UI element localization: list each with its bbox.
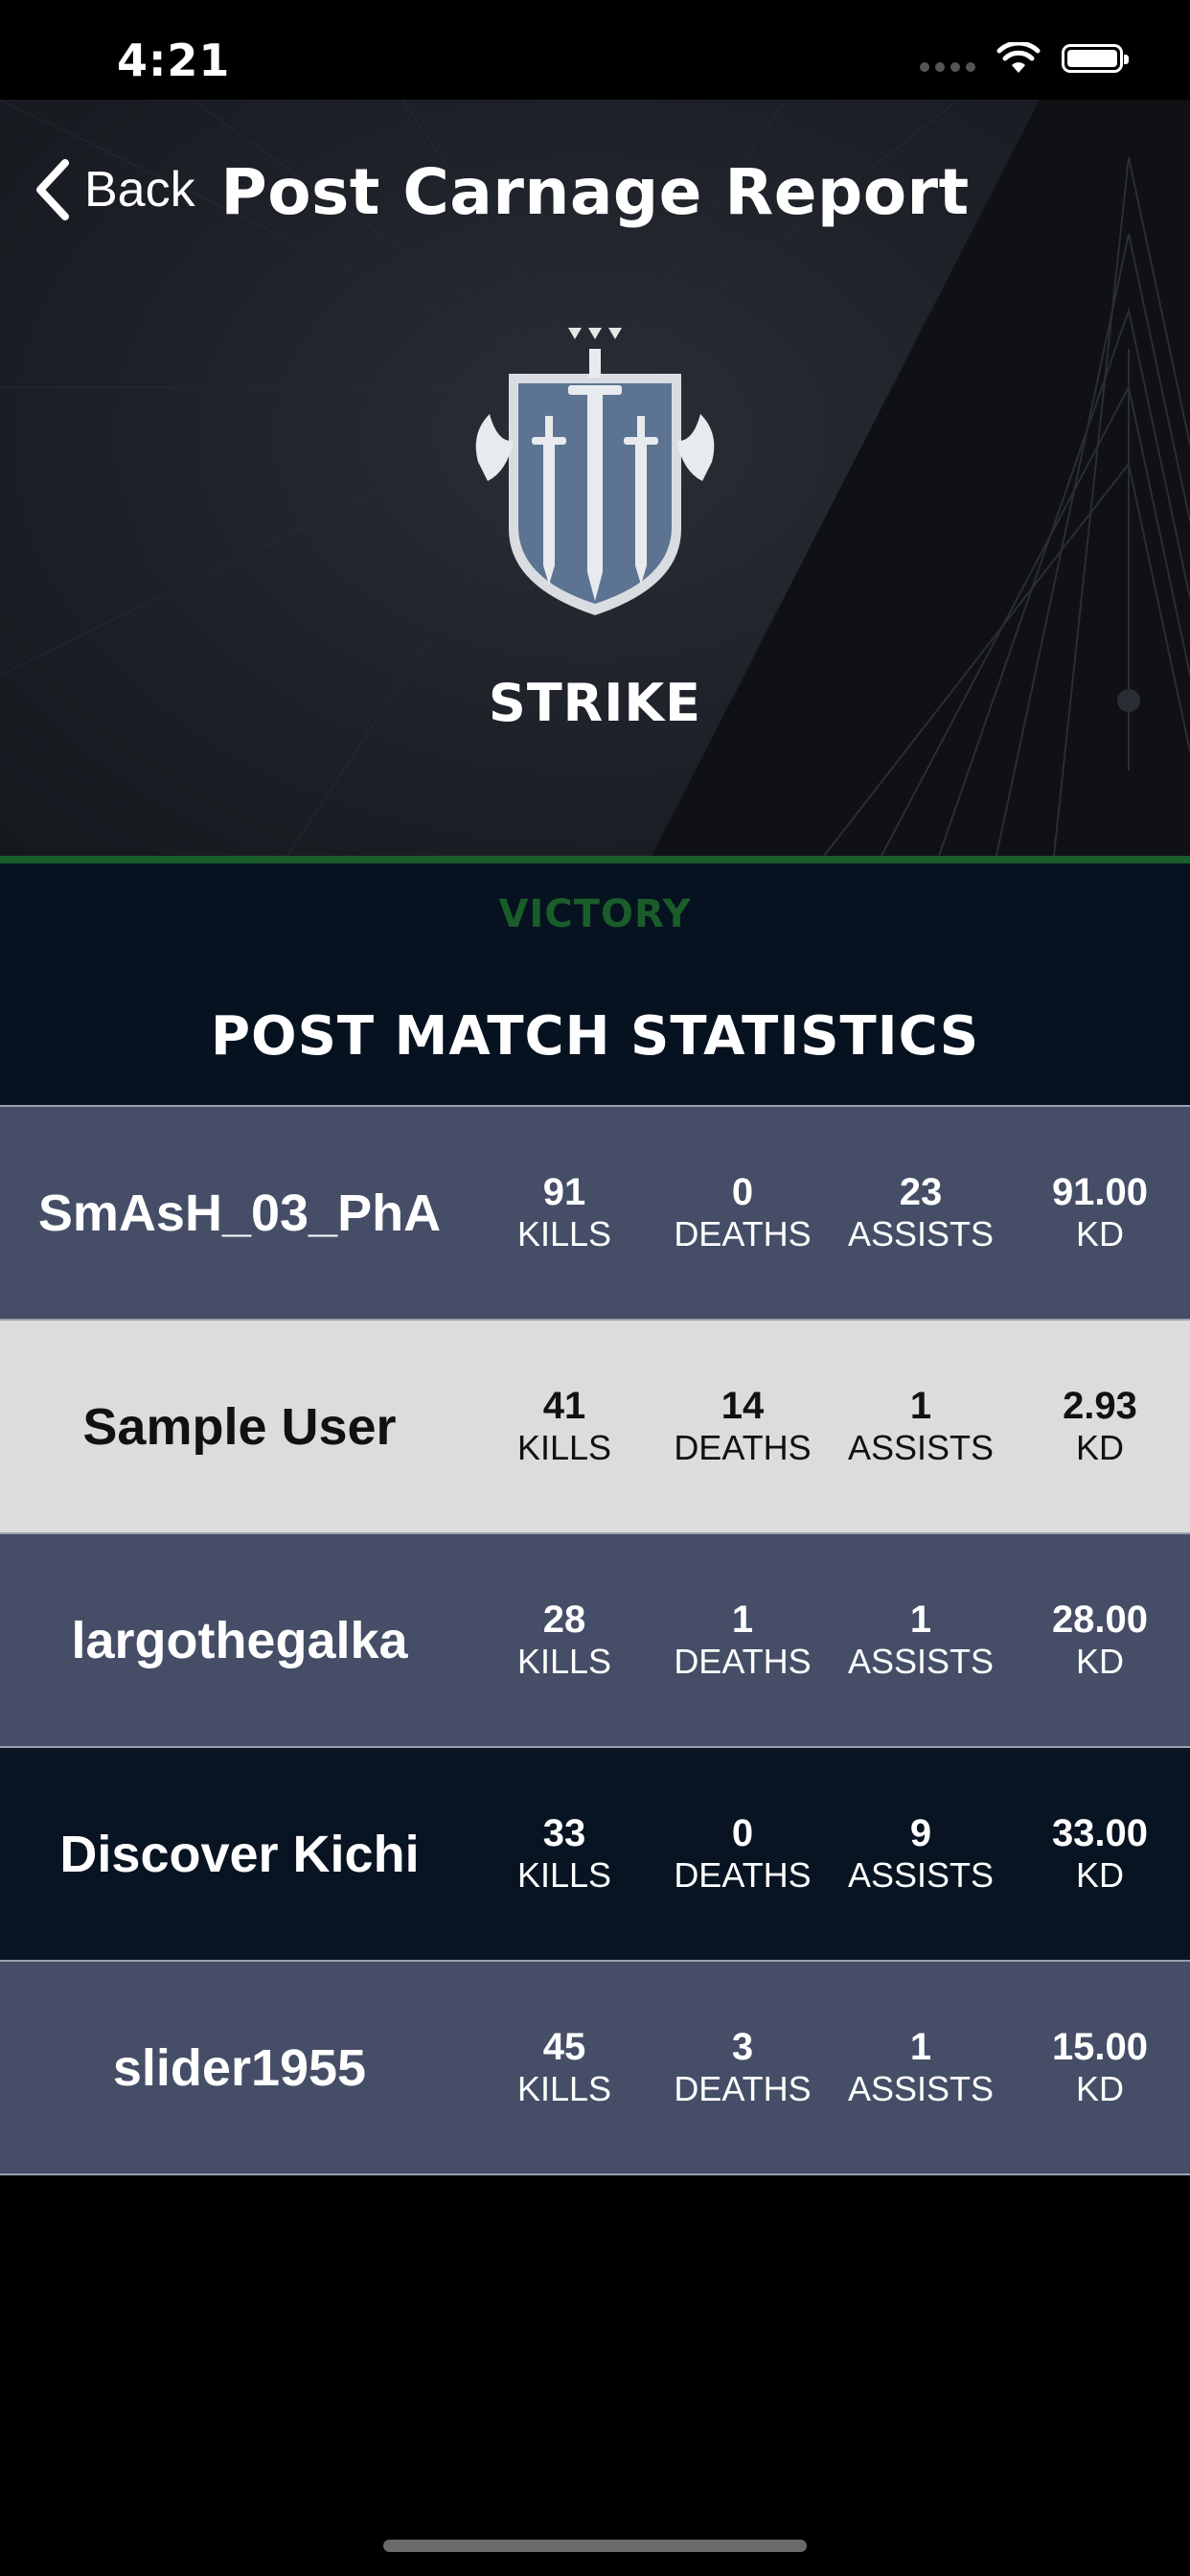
- status-bar: 4:21: [0, 0, 1190, 100]
- player-name: Discover Kichi: [59, 1825, 420, 1883]
- assists-stat: 9 ASSISTS: [832, 1748, 1010, 1960]
- kd-label: KD: [1075, 1854, 1124, 1895]
- match-summary: VICTORY POST MATCH STATISTICS: [0, 863, 1190, 1105]
- deaths-stat: 1 DEATHS: [653, 1534, 832, 1746]
- deaths-value: 3: [731, 2025, 754, 2068]
- deaths-stat: 0 DEATHS: [653, 1107, 832, 1319]
- kills-value: 33: [542, 1811, 586, 1854]
- assists-stat: 1 ASSISTS: [832, 1321, 1010, 1532]
- page-title: Post Carnage Report: [220, 155, 970, 229]
- kills-label: KILLS: [516, 1213, 612, 1254]
- deaths-value: 14: [721, 1384, 765, 1427]
- player-name: SmAsH_03_PhA: [37, 1184, 442, 1242]
- kd-label: KD: [1075, 1427, 1124, 1467]
- kills-stat: 45 KILLS: [475, 1962, 653, 2174]
- assists-value: 1: [909, 1598, 932, 1641]
- assists-value: 23: [899, 1170, 943, 1213]
- kd-stat: 91.00 KD: [1011, 1107, 1189, 1319]
- kills-label: KILLS: [516, 2068, 612, 2108]
- deaths-label: DEATHS: [674, 1854, 812, 1895]
- kd-value: 28.00: [1051, 1598, 1149, 1641]
- player-row[interactable]: largothegalka 28 KILLS 1 DEATHS 1 ASSISTS 2…: [0, 1532, 1190, 1746]
- deaths-value: 0: [731, 1811, 754, 1854]
- assists-label: ASSISTS: [847, 1427, 995, 1467]
- kills-stat: 91 KILLS: [475, 1107, 653, 1319]
- player-row[interactable]: slider1955 45 KILLS 3 DEATHS 1 ASSISTS 15.0…: [0, 1960, 1190, 2175]
- assists-label: ASSISTS: [847, 2068, 995, 2108]
- home-indicator[interactable]: [383, 2540, 807, 2552]
- kd-value: 91.00: [1051, 1170, 1149, 1213]
- kd-value: 2.93: [1063, 1384, 1137, 1427]
- kills-value: 41: [542, 1384, 586, 1427]
- player-name: largothegalka: [71, 1611, 408, 1669]
- deaths-value: 0: [731, 1170, 754, 1213]
- player-name: slider1955: [112, 2038, 367, 2097]
- assists-stat: 23 ASSISTS: [832, 1107, 1010, 1319]
- assists-label: ASSISTS: [847, 1641, 995, 1681]
- kd-label: KD: [1075, 1641, 1124, 1681]
- deaths-stat: 3 DEATHS: [653, 1962, 832, 2174]
- deaths-label: DEATHS: [674, 2068, 812, 2108]
- activity-header: Back Post Carnage Report STRIKE: [0, 100, 1190, 856]
- kills-stat: 33 KILLS: [475, 1748, 653, 1960]
- assists-stat: 1 ASSISTS: [832, 1534, 1010, 1746]
- kd-stat: 2.93 KD: [1011, 1321, 1189, 1532]
- kills-value: 45: [542, 2025, 586, 2068]
- stats-heading: POST MATCH STATISTICS: [210, 1005, 980, 1068]
- player-name: Sample User: [82, 1397, 397, 1456]
- assists-value: 1: [909, 1384, 932, 1427]
- battery-icon: [1062, 44, 1129, 73]
- player-row[interactable]: Sample User 41 KILLS 14 DEATHS 1 ASSISTS 2.…: [0, 1319, 1190, 1532]
- assists-label: ASSISTS: [847, 1213, 995, 1254]
- kills-stat: 28 KILLS: [475, 1534, 653, 1746]
- deaths-value: 1: [731, 1598, 754, 1641]
- kd-stat: 28.00 KD: [1011, 1534, 1189, 1746]
- player-row[interactable]: SmAsH_03_PhA 91 KILLS 0 DEATHS 23 ASSISTS 9…: [0, 1105, 1190, 1319]
- assists-value: 1: [909, 2025, 932, 2068]
- kills-value: 28: [542, 1598, 586, 1641]
- kd-value: 15.00: [1051, 2025, 1149, 2068]
- player-stats-list: SmAsH_03_PhA 91 KILLS 0 DEATHS 23 ASSISTS 9…: [0, 1105, 1190, 2175]
- kd-stat: 33.00 KD: [1011, 1748, 1189, 1960]
- kills-label: KILLS: [516, 1641, 612, 1681]
- kills-label: KILLS: [516, 1854, 612, 1895]
- deaths-stat: 0 DEATHS: [653, 1748, 832, 1960]
- wifi-icon: [996, 42, 1041, 73]
- player-row[interactable]: Discover Kichi 33 KILLS 0 DEATHS 9 ASSISTS …: [0, 1746, 1190, 1960]
- status-time: 4:21: [117, 34, 231, 86]
- activity-mode: STRIKE: [488, 673, 702, 733]
- kills-label: KILLS: [516, 1427, 612, 1467]
- deaths-label: DEATHS: [674, 1641, 812, 1681]
- deaths-label: DEATHS: [674, 1213, 812, 1254]
- assists-stat: 1 ASSISTS: [832, 1962, 1010, 2174]
- kd-label: KD: [1075, 1213, 1124, 1254]
- status-icons: [920, 42, 1129, 75]
- match-result: VICTORY: [498, 892, 692, 936]
- kd-stat: 15.00 KD: [1011, 1962, 1189, 2174]
- strike-emblem-icon: [475, 328, 715, 615]
- deaths-label: DEATHS: [674, 1427, 812, 1467]
- assists-label: ASSISTS: [847, 1854, 995, 1895]
- result-divider: [0, 856, 1190, 863]
- kd-label: KD: [1075, 2068, 1124, 2108]
- kills-value: 91: [542, 1170, 586, 1213]
- assists-value: 9: [909, 1811, 932, 1854]
- kills-stat: 41 KILLS: [475, 1321, 653, 1532]
- kd-value: 33.00: [1051, 1811, 1149, 1854]
- deaths-stat: 14 DEATHS: [653, 1321, 832, 1532]
- cellular-signal-icon: [920, 62, 975, 72]
